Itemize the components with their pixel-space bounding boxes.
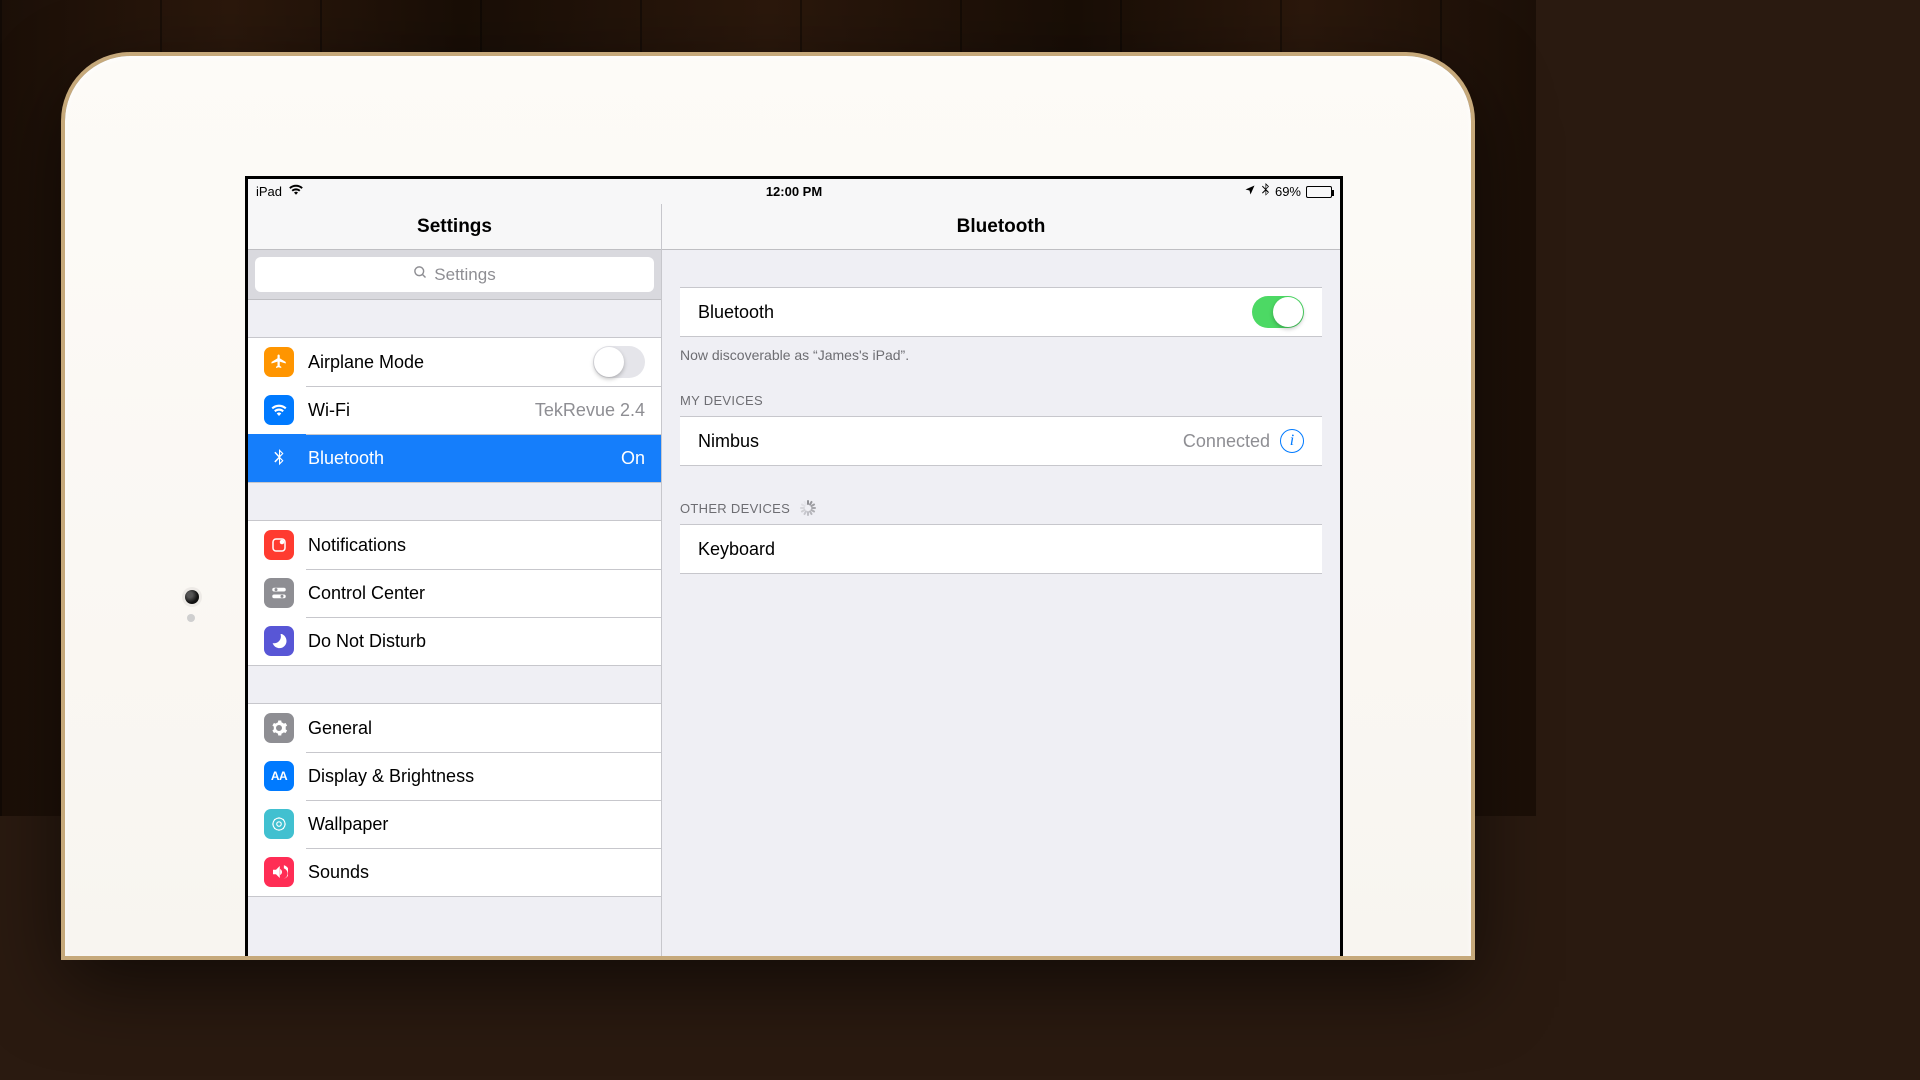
ipad-screen: iPad 12:00 PM 69% Settings: [245, 176, 1343, 956]
status-bar: iPad 12:00 PM 69%: [248, 179, 1340, 204]
sidebar-item-control-center[interactable]: Control Center: [248, 569, 661, 617]
wallpaper-icon: [264, 809, 294, 839]
wifi-network-value: TekRevue 2.4: [535, 400, 645, 421]
sidebar-item-notifications[interactable]: Notifications: [248, 521, 661, 569]
sidebar-item-label: Sounds: [308, 862, 369, 883]
search-icon: [413, 265, 428, 285]
bluetooth-toggle-label: Bluetooth: [698, 302, 774, 323]
sidebar-item-airplane-mode[interactable]: Airplane Mode: [248, 338, 661, 386]
clock: 12:00 PM: [766, 184, 822, 199]
device-row-keyboard[interactable]: Keyboard: [680, 525, 1322, 573]
device-label: iPad: [256, 184, 282, 199]
airplane-mode-toggle[interactable]: [593, 346, 645, 378]
sidebar-item-label: Wallpaper: [308, 814, 388, 835]
sidebar-item-label: General: [308, 718, 372, 739]
sidebar-item-wallpaper[interactable]: Wallpaper: [248, 800, 661, 848]
battery-percentage: 69%: [1275, 184, 1301, 199]
sidebar-item-sounds[interactable]: Sounds: [248, 848, 661, 896]
detail-title: Bluetooth: [662, 204, 1340, 250]
device-name: Keyboard: [698, 539, 775, 560]
sidebar-item-label: Display & Brightness: [308, 766, 474, 787]
search-input[interactable]: Settings: [255, 257, 654, 292]
device-status: Connected: [1183, 431, 1270, 452]
other-devices-header: OTHER DEVICES: [662, 500, 1340, 524]
notifications-icon: [264, 530, 294, 560]
settings-sidebar: Settings Settings Airp: [248, 204, 662, 956]
sidebar-item-label: Airplane Mode: [308, 352, 424, 373]
spinner-icon: [800, 500, 816, 516]
bluetooth-status-icon: [1261, 183, 1270, 200]
sidebar-item-label: Bluetooth: [308, 448, 384, 469]
discoverable-note: Now discoverable as “James's iPad”.: [662, 337, 1340, 363]
gear-icon: [264, 713, 294, 743]
sidebar-item-label: Do Not Disturb: [308, 631, 426, 652]
bluetooth-state-value: On: [621, 448, 645, 469]
sidebar-item-general[interactable]: General: [248, 704, 661, 752]
bluetooth-toggle-row: Bluetooth: [680, 288, 1322, 336]
my-devices-header: MY DEVICES: [662, 393, 1340, 416]
wifi-icon: [288, 184, 304, 199]
detail-pane: Bluetooth Bluetooth Now discoverable as …: [662, 204, 1340, 956]
search-container: Settings: [248, 250, 661, 300]
sidebar-title: Settings: [248, 204, 661, 250]
battery-icon: [1306, 186, 1332, 198]
sidebar-item-display-brightness[interactable]: AA Display & Brightness: [248, 752, 661, 800]
airplane-icon: [264, 347, 294, 377]
sidebar-item-bluetooth[interactable]: Bluetooth On: [248, 434, 661, 482]
device-name: Nimbus: [698, 431, 759, 452]
location-icon: [1244, 184, 1256, 199]
wifi-settings-icon: [264, 395, 294, 425]
sounds-icon: [264, 857, 294, 887]
display-icon: AA: [264, 761, 294, 791]
moon-icon: [264, 626, 294, 656]
device-row-nimbus[interactable]: Nimbus Connected i: [680, 417, 1322, 465]
sidebar-item-wifi[interactable]: Wi-Fi TekRevue 2.4: [248, 386, 661, 434]
sidebar-item-label: Notifications: [308, 535, 406, 556]
sidebar-item-label: Control Center: [308, 583, 425, 604]
device-info-button[interactable]: i: [1280, 429, 1304, 453]
ipad-hardware-frame: iPad 12:00 PM 69% Settings: [65, 56, 1471, 956]
front-camera: [185, 590, 199, 604]
search-placeholder: Settings: [434, 265, 495, 285]
sidebar-item-do-not-disturb[interactable]: Do Not Disturb: [248, 617, 661, 665]
bluetooth-toggle[interactable]: [1252, 296, 1304, 328]
control-center-icon: [264, 578, 294, 608]
bluetooth-icon: [264, 443, 294, 473]
sidebar-item-label: Wi-Fi: [308, 400, 350, 421]
